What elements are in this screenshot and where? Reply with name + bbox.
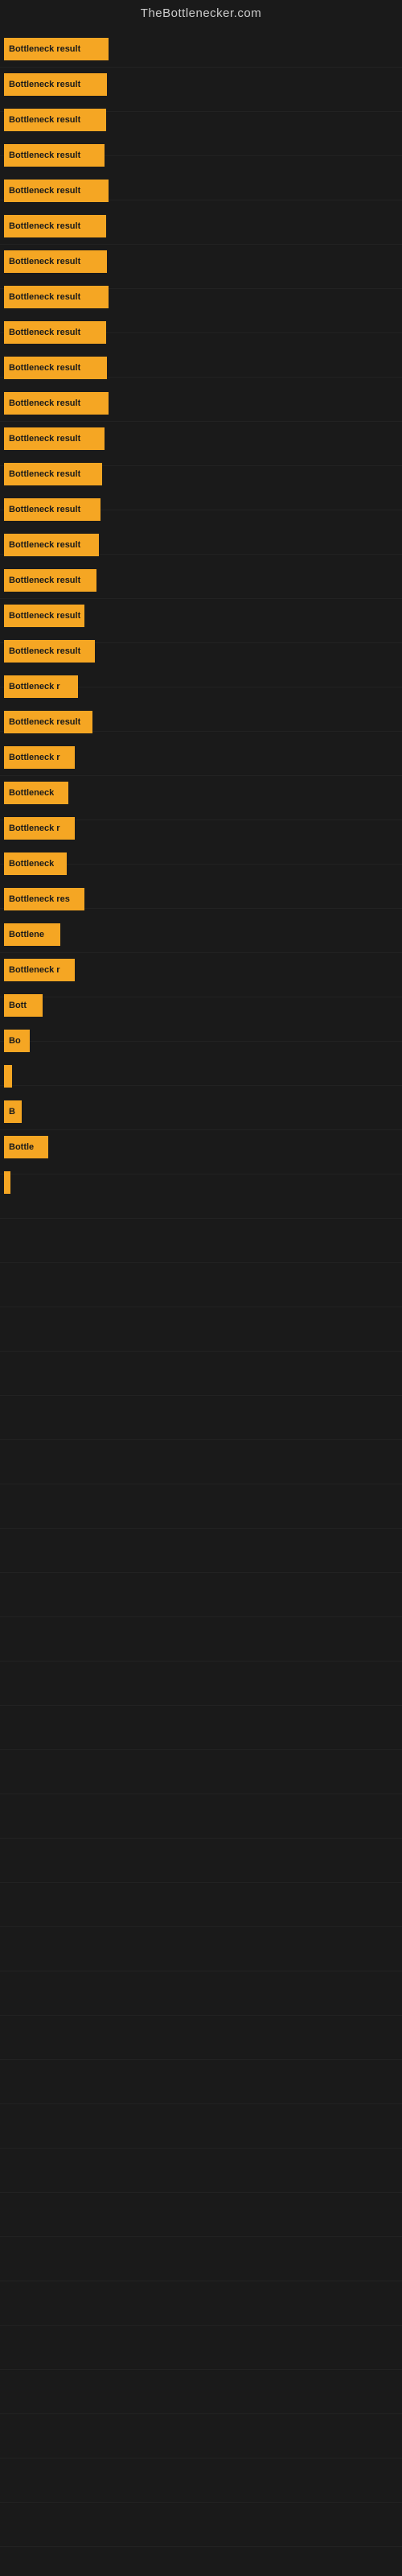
bar-label: Bottleneck result [9, 186, 80, 196]
bar-label: Bottleneck result [9, 646, 80, 656]
bar-label: Bottleneck r [9, 824, 60, 833]
site-title: TheBottlenecker.com [0, 0, 402, 23]
bar-label: Bott [9, 1001, 27, 1010]
bar-item: Bottleneck r [4, 959, 75, 981]
bar-item: Bo [4, 1030, 30, 1052]
bar-item: Bottleneck [4, 782, 68, 804]
bar-item: Bottleneck r [4, 817, 75, 840]
bar-item: Bott [4, 994, 43, 1017]
bar-item: Bottleneck r [4, 746, 75, 769]
bar-item: Bottleneck result [4, 605, 84, 627]
bar-item: Bottleneck result [4, 144, 105, 167]
bar-item: B [4, 1100, 22, 1123]
bar-label: Bo [9, 1036, 21, 1046]
bar-item: Bottleneck [4, 852, 67, 875]
bar-label: Bottleneck result [9, 540, 80, 550]
bar-label: Bottleneck r [9, 965, 60, 975]
bar-item: Bottleneck result [4, 357, 107, 379]
bar-label: Bottlene [9, 930, 44, 939]
bar-item: Bottleneck result [4, 215, 106, 237]
bar-label: Bottleneck result [9, 151, 80, 160]
bar-item: Bottleneck result [4, 711, 92, 733]
bar-label: Bottleneck result [9, 576, 80, 585]
bar-item: Bottleneck result [4, 286, 109, 308]
bar-label: Bottleneck r [9, 753, 60, 762]
bar-label: Bottleneck result [9, 80, 80, 89]
bar-label: Bottleneck result [9, 434, 80, 444]
bar-label: Bottleneck result [9, 44, 80, 54]
bar-label: Bottle [9, 1142, 34, 1152]
bar-label: Bottleneck result [9, 363, 80, 373]
bar-label: Bottleneck result [9, 328, 80, 337]
bar-label: Bottleneck result [9, 505, 80, 514]
bar-label: B [9, 1107, 15, 1117]
bar-label: Bottleneck result [9, 115, 80, 125]
bar-label: Bottleneck [9, 859, 54, 869]
bar-item [4, 1171, 10, 1194]
bar-label: Bottleneck r [9, 682, 60, 691]
bar-item: Bottleneck result [4, 392, 109, 415]
bar-item [4, 1065, 12, 1088]
bar-label: Bottleneck result [9, 717, 80, 727]
bar-label: Bottleneck [9, 788, 54, 798]
bar-label: Bottleneck result [9, 469, 80, 479]
bar-label: Bottleneck result [9, 221, 80, 231]
bar-item: Bottleneck result [4, 250, 107, 273]
bar-item: Bottleneck result [4, 109, 106, 131]
bar-item: Bottleneck result [4, 73, 107, 96]
bar-item: Bottlene [4, 923, 60, 946]
bar-item: Bottleneck result [4, 463, 102, 485]
bar-item: Bottleneck result [4, 534, 99, 556]
bar-item: Bottleneck result [4, 427, 105, 450]
bar-item: Bottleneck result [4, 180, 109, 202]
bar-item: Bottle [4, 1136, 48, 1158]
bar-item: Bottleneck result [4, 569, 96, 592]
bar-item: Bottleneck r [4, 675, 78, 698]
chart-area: Bottleneck result Bottleneck result Bottle… [0, 23, 402, 2559]
bar-item: Bottleneck result [4, 38, 109, 60]
bar-item: Bottleneck res [4, 888, 84, 910]
bar-item: Bottleneck result [4, 498, 100, 521]
bar-item: Bottleneck result [4, 321, 106, 344]
bar-label: Bottleneck result [9, 611, 80, 621]
bar-label: Bottleneck result [9, 257, 80, 266]
bar-label: Bottleneck result [9, 398, 80, 408]
bar-label: Bottleneck res [9, 894, 70, 904]
bar-item: Bottleneck result [4, 640, 95, 663]
bar-label: Bottleneck result [9, 292, 80, 302]
